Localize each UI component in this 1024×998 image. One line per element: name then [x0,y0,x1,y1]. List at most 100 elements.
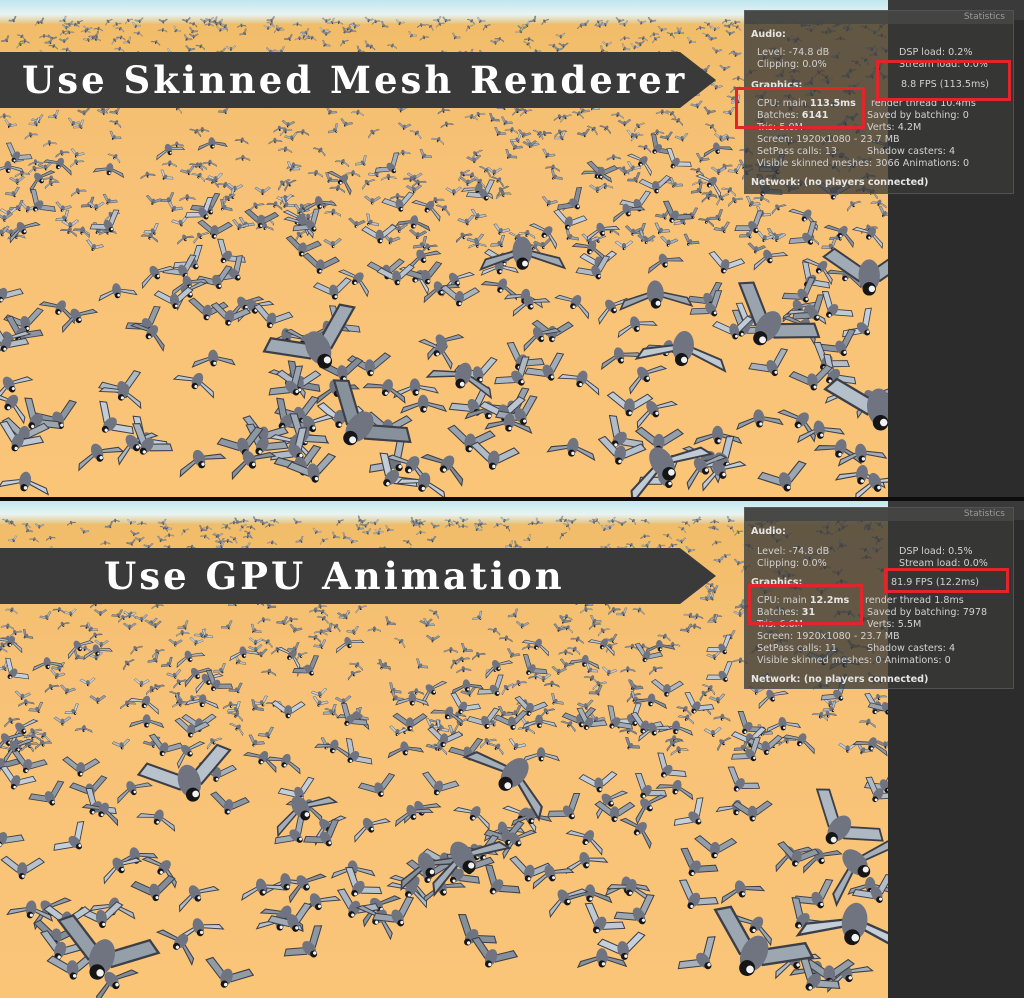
bird-sprite [181,528,190,536]
bird-sprite [710,166,727,175]
bird-sprite [265,753,301,775]
bird-sprite [260,668,277,677]
bird-sprite [348,217,366,228]
bird-sprite [416,658,429,669]
bird-sprite [720,880,766,904]
bird-sprite [335,637,365,654]
bird-sprite [263,24,274,30]
bird-sprite [687,37,696,44]
bird-sprite [408,31,417,38]
bird-sprite [708,525,718,531]
bird-sprite [472,610,483,621]
bird-sprite [670,118,683,127]
bird-sprite [79,677,96,687]
bird-sprite [709,519,720,524]
bird-sprite [39,611,52,620]
bird-sprite [425,362,492,400]
bird-sprite [225,45,237,51]
bird-sprite [156,143,186,161]
bird-sprite [336,519,345,527]
screen-info: Screen: 1920x1080 - 23.7 MB [757,631,900,642]
bird-sprite [53,716,72,726]
bird-sprite [9,629,23,639]
bird-sprite [389,725,408,736]
bird-sprite [322,40,331,47]
bird-sprite [132,22,142,29]
saved-by-batching: Saved by batching: 0 [867,110,969,121]
bird-sprite [450,657,463,670]
bird-sprite [284,131,298,141]
bird-sprite [683,612,696,621]
bird-sprite [679,623,693,633]
bird-sprite [674,132,689,142]
bird-sprite [419,148,433,159]
bird-sprite [102,193,118,205]
bird-sprite [435,204,450,217]
bird-sprite [629,680,644,691]
bird-sprite [134,536,145,543]
bird-sprite [689,167,704,177]
bird-sprite [505,149,518,159]
bird-sprite [193,232,210,244]
bird-sprite [620,666,636,673]
bird-sprite [474,524,483,531]
bird-sprite [257,726,274,739]
bird-sprite [508,738,527,750]
bird-sprite [329,184,346,194]
bird-sprite [713,713,731,722]
bird-sprite [0,160,25,174]
bird-sprite [445,186,462,196]
bird-sprite [647,17,657,23]
bird-sprite [164,533,175,538]
bird-sprite [188,33,199,39]
bird-sprite [719,64,731,72]
bird-sprite [621,43,631,51]
bird-sprite [133,31,143,37]
bird-sprite [0,855,45,880]
bird-sprite [145,194,163,205]
bird-sprite [458,524,469,529]
bird-sprite [28,537,39,543]
bird-sprite [59,15,67,22]
bird-sprite [89,694,107,704]
bird-sprite [347,670,362,681]
bird-sprite [617,118,632,127]
bird-sprite [673,797,704,826]
bird-sprite [858,718,876,729]
bird-sprite [122,659,135,671]
bird-sprite [302,252,341,274]
bird-sprite [169,141,185,148]
bird-sprite [42,140,58,147]
bird-sprite [648,253,684,274]
bird-sprite [565,830,603,856]
bird-sprite [484,864,521,895]
bird-sprite [175,630,190,637]
bird-sprite [204,22,214,27]
bird-sprite [710,25,720,32]
bird-sprite [166,669,182,679]
bird-sprite [498,635,513,643]
bird-sprite [703,726,722,737]
bird-sprite [112,22,122,28]
bird-sprite [80,527,90,534]
bird-sprite [232,219,250,231]
fps-highlight [876,60,1011,101]
bird-sprite [851,226,884,249]
bird-sprite [677,936,716,970]
render-thread: render thread 1.8ms [865,595,964,606]
bird-sprite [634,40,646,47]
caption-banner: Use GPU Animation [0,548,716,604]
bird-sprite [757,460,807,492]
bird-sprite [123,36,132,44]
bird-sprite [409,130,422,140]
bird-sprite [732,75,745,81]
bird-sprite [395,804,434,828]
bird-sprite [722,18,732,24]
bird-sprite [275,25,285,32]
bird-sprite [244,208,280,229]
bird-sprite [77,107,91,116]
bird-sprite [160,192,175,204]
bird-sprite [640,534,651,540]
skinned-meshes: Visible skinned meshes: 3066 Animations:… [757,158,970,169]
bird-sprite [4,119,18,129]
